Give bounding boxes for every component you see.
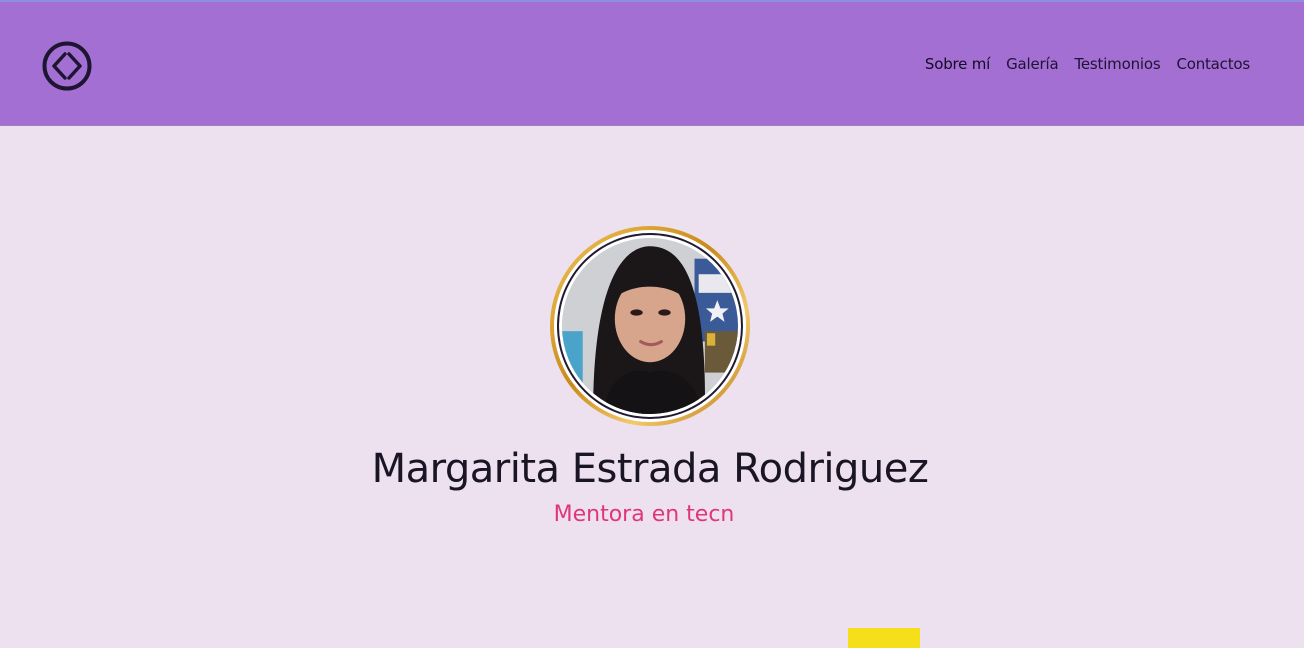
profile-name: Margarita Estrada Rodriguez [371,446,929,492]
main-nav: Sobre mí Galería Testimonios Contactos [925,55,1250,73]
decorative-yellow-block [848,628,920,648]
profile-role: Mentora en tecn [553,502,735,527]
nav-link-contactos[interactable]: Contactos [1176,55,1250,73]
profile-avatar [550,226,750,426]
nav-link-sobre-mi[interactable]: Sobre mí [925,55,990,73]
nav-link-galeria[interactable]: Galería [1006,55,1059,73]
nav-link-testimonios[interactable]: Testimonios [1074,55,1160,73]
site-header: Sobre mí Galería Testimonios Contactos [0,2,1304,126]
code-brackets-circle-icon[interactable] [42,41,92,91]
profile-photo [562,238,738,414]
